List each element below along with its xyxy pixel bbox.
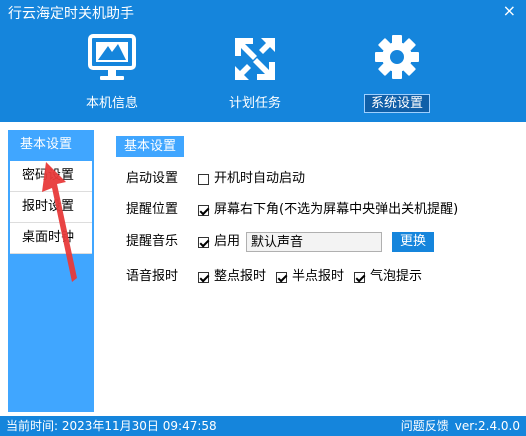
toolbar-label-system-settings: 系统设置: [363, 94, 430, 113]
app-window: 行云海定时关机助手 × 本机信息 计划任务 系统设置 基本设置 密码设置 报时设…: [0, 0, 526, 436]
gear-icon: [375, 35, 419, 79]
current-time-text: 当前时间: 2023年11月30日 09:47:58: [6, 419, 217, 433]
hourly-announce-checkbox[interactable]: [198, 271, 209, 283]
main-toolbar: 本机信息 计划任务 系统设置: [0, 26, 526, 121]
hourly-announce-label: 整点报时: [214, 269, 267, 284]
reminder-position-checkbox[interactable]: [198, 204, 209, 216]
settings-sidebar: 基本设置 密码设置 报时设置 桌面时钟: [8, 130, 94, 412]
sidebar-item-desktop-clock[interactable]: 桌面时钟: [10, 223, 92, 254]
change-sound-button[interactable]: 更换: [392, 232, 435, 252]
title-bar: 行云海定时关机助手 ×: [0, 0, 526, 26]
version-text: ver:2.4.0.0: [454, 419, 520, 433]
voice-announce-label: 语音报时: [126, 269, 179, 284]
startup-checkbox[interactable]: [198, 173, 209, 185]
reminder-position-checkbox-control[interactable]: 屏幕右下角(不选为屏幕中央弹出关机提醒): [198, 199, 458, 221]
toolbar-label-machine-info: 本机信息: [85, 96, 138, 111]
feedback-link[interactable]: 问题反馈: [401, 419, 449, 433]
sidebar-header-basic-settings[interactable]: 基本设置: [8, 130, 94, 160]
toolbar-item-machine-info[interactable]: 本机信息: [57, 32, 167, 116]
half-hour-announce-checkbox[interactable]: [276, 271, 288, 283]
bubble-tip-checkbox[interactable]: [354, 271, 366, 283]
toolbar-label-scheduled-tasks: 计划任务: [228, 96, 281, 111]
reminder-music-enable-label: 启用: [214, 234, 241, 249]
monitor-icon: [88, 34, 136, 80]
sidebar-item-time-announce[interactable]: 报时设置: [10, 192, 92, 223]
half-hour-announce-label: 半点报时: [292, 269, 345, 284]
settings-body: 基本设置 密码设置 报时设置 桌面时钟 基本设置 启动设置 开机时自动启动 提醒…: [0, 122, 526, 416]
startup-label: 启动设置: [126, 171, 179, 186]
reminder-music-controls: 启用 默认声音 更换: [198, 231, 435, 253]
sound-name-field[interactable]: 默认声音: [246, 232, 383, 252]
startup-checkbox-control[interactable]: 开机时自动启动: [198, 168, 305, 190]
status-right: 问题反馈 ver:2.4.0.0: [401, 416, 520, 436]
reminder-music-label: 提醒音乐: [126, 234, 179, 249]
transfer-arrows-icon: [235, 38, 275, 80]
close-icon[interactable]: ×: [503, 3, 516, 19]
startup-option-label: 开机时自动启动: [214, 171, 306, 186]
sidebar-item-password[interactable]: 密码设置: [10, 161, 92, 192]
window-title: 行云海定时关机助手: [8, 6, 134, 22]
toolbar-item-scheduled-tasks[interactable]: 计划任务: [200, 32, 310, 116]
reminder-position-label: 提醒位置: [126, 202, 179, 217]
bubble-tip-label: 气泡提示: [370, 269, 423, 284]
settings-content: 基本设置 启动设置 开机时自动启动 提醒位置 屏幕右下角(不选为屏幕中央弹出关机…: [100, 122, 526, 416]
status-bar: 当前时间: 2023年11月30日 09:47:58 问题反馈 ver:2.4.0…: [0, 416, 526, 436]
voice-announce-options: 整点报时 半点报时 气泡提示: [198, 266, 422, 288]
reminder-position-option-label: 屏幕右下角(不选为屏幕中央弹出关机提醒): [214, 202, 459, 217]
toolbar-item-system-settings[interactable]: 系统设置: [342, 32, 452, 116]
reminder-music-checkbox[interactable]: [198, 236, 209, 248]
section-title: 基本设置: [116, 136, 185, 157]
